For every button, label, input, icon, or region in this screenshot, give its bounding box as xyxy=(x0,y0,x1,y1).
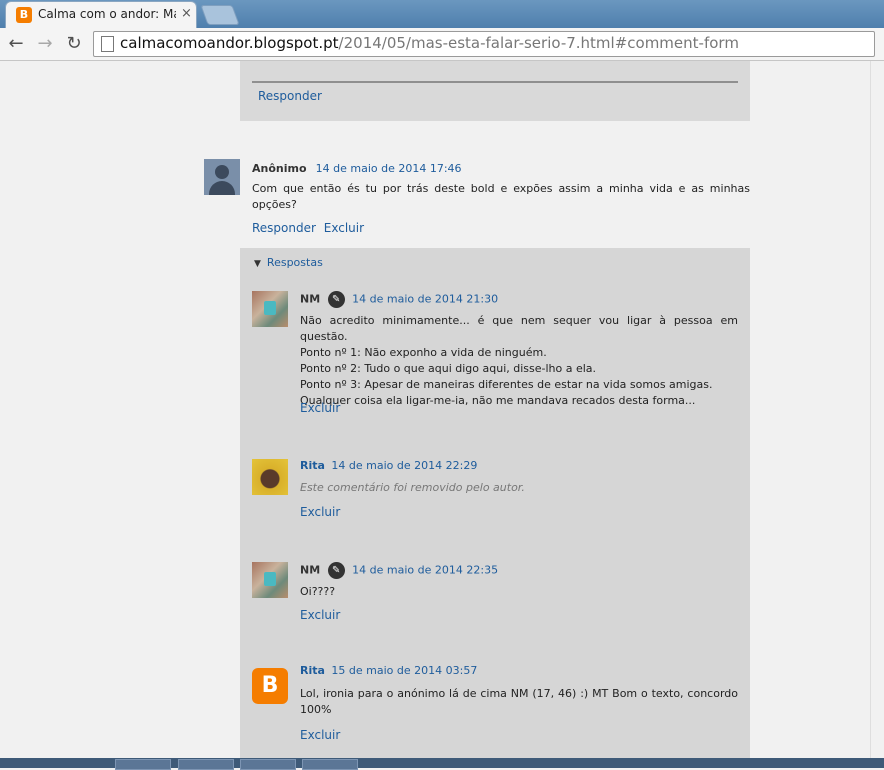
reply-date[interactable]: 14 de maio de 2014 21:30 xyxy=(352,293,498,306)
tab-strip: B Calma com o andor: Mas × xyxy=(0,0,884,28)
taskbar-item[interactable] xyxy=(178,759,234,770)
reply-item: Rita 14 de maio de 2014 22:29 Este comen… xyxy=(252,459,740,529)
reply-link[interactable]: Responder xyxy=(252,221,316,235)
reply-item: B Rita 15 de maio de 2014 03:57 Lol, iro… xyxy=(252,664,740,754)
reload-icon[interactable]: ↻ xyxy=(62,32,86,56)
comment-author: Anônimo xyxy=(252,162,307,175)
delete-link[interactable]: Excluir xyxy=(300,608,340,622)
url-host: calmacomoandor.blogspot.pt xyxy=(120,34,339,52)
reply-line: Não acredito minimamente... é que nem se… xyxy=(300,314,738,343)
reply-date[interactable]: 14 de maio de 2014 22:29 xyxy=(331,459,477,472)
comment-text: Com que então és tu por trás deste bold … xyxy=(252,182,750,211)
delete-link[interactable]: Excluir xyxy=(300,728,340,742)
delete-link[interactable]: Excluir xyxy=(300,505,340,519)
reply-author: NM xyxy=(300,292,321,306)
back-icon[interactable]: ← xyxy=(4,32,28,56)
url-path: /2014/05/mas-esta-falar-serio-7.html#com… xyxy=(338,34,739,52)
blogger-avatar-icon: B xyxy=(252,668,288,704)
rita-avatar xyxy=(252,459,288,495)
taskbar-item[interactable] xyxy=(115,759,171,770)
replies-thread: ▼ Respostas NM ✎ 14 de maio de 2014 21:30… xyxy=(240,248,750,758)
reply-date[interactable]: 14 de maio de 2014 22:35 xyxy=(352,564,498,577)
reply-date[interactable]: 15 de maio de 2014 03:57 xyxy=(331,664,477,677)
new-tab-button[interactable] xyxy=(200,5,240,25)
comment-date[interactable]: 14 de maio de 2014 17:46 xyxy=(316,162,462,175)
comment-header: Anônimo 14 de maio de 2014 17:46 xyxy=(252,157,462,176)
reply-text: Não acredito minimamente... é que nem se… xyxy=(300,313,738,409)
reply-line: Qualquer coisa ela ligar-me-ia, não me m… xyxy=(300,394,696,407)
browser-toolbar: ← → ↻ calmacomoandor.blogspot.pt/2014/05… xyxy=(0,28,884,61)
address-bar[interactable]: calmacomoandor.blogspot.pt/2014/05/mas-e… xyxy=(93,31,875,57)
replies-toggle[interactable]: ▼ Respostas xyxy=(254,256,323,269)
reply-item: NM ✎ 14 de maio de 2014 21:30 Não acredi… xyxy=(252,291,740,421)
reply-line: Ponto nº 2: Tudo o que aqui digo aqui, d… xyxy=(300,362,597,375)
browser-tab[interactable]: B Calma com o andor: Mas × xyxy=(6,2,196,28)
reply-link[interactable]: Responder xyxy=(258,89,322,103)
reply-author[interactable]: Rita xyxy=(300,664,325,677)
taskbar xyxy=(0,758,884,770)
taskbar-item[interactable] xyxy=(240,759,296,770)
blogger-favicon-icon: B xyxy=(16,7,32,23)
reply-line: Ponto nº 3: Apesar de maneiras diferente… xyxy=(300,378,713,391)
reply-header: Rita 15 de maio de 2014 03:57 xyxy=(300,664,477,677)
nm-avatar xyxy=(252,291,288,327)
tab-title: Calma com o andor: Mas xyxy=(38,7,176,21)
reply-header: NM ✎ 14 de maio de 2014 21:30 xyxy=(300,291,498,308)
close-tab-icon[interactable]: × xyxy=(181,6,192,21)
collapse-arrow-icon: ▼ xyxy=(254,259,261,269)
page-viewport: Responder Anônimo 14 de maio de 2014 17:… xyxy=(0,61,870,758)
blog-author-pencil-icon: ✎ xyxy=(327,291,345,308)
anonymous-avatar xyxy=(204,159,240,195)
url-text: calmacomoandor.blogspot.pt/2014/05/mas-e… xyxy=(120,34,739,52)
replies-label: Respostas xyxy=(266,256,323,269)
nm-avatar xyxy=(252,562,288,598)
comment-actions: Responder Excluir xyxy=(252,221,364,235)
reply-text: Oi???? xyxy=(300,585,336,598)
taskbar-item[interactable] xyxy=(302,759,358,770)
reply-header: NM ✎ 14 de maio de 2014 22:35 xyxy=(300,562,498,579)
reply-header: Rita 14 de maio de 2014 22:29 xyxy=(300,459,477,472)
reply-text: Lol, ironia para o anónimo lá de cima NM… xyxy=(300,687,738,716)
reply-line: Ponto nº 1: Não exponho a vida de ningué… xyxy=(300,346,547,359)
delete-link[interactable]: Excluir xyxy=(324,221,364,235)
delete-link[interactable]: Excluir xyxy=(300,401,340,415)
reply-author: NM xyxy=(300,563,321,577)
divider xyxy=(252,81,738,83)
page-icon xyxy=(101,36,114,52)
previous-replies-block: Responder xyxy=(240,61,750,121)
reply-author[interactable]: Rita xyxy=(300,459,325,472)
removed-notice: Este comentário foi removido pelo autor. xyxy=(300,481,525,494)
forward-icon[interactable]: → xyxy=(33,32,57,56)
blog-author-pencil-icon: ✎ xyxy=(327,562,345,579)
reply-item: NM ✎ 14 de maio de 2014 22:35 Oi???? Exc… xyxy=(252,562,740,632)
scrollbar[interactable] xyxy=(870,61,884,758)
